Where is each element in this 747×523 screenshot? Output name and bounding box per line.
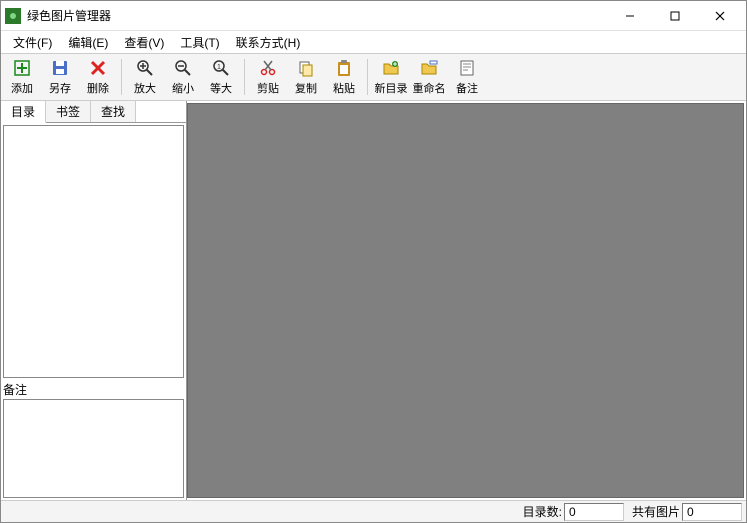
rename-button[interactable]: 重命名 <box>410 55 448 99</box>
saveas-button[interactable]: 另存 <box>41 55 79 99</box>
add-icon <box>12 58 32 78</box>
minimize-button[interactable] <box>607 2 652 30</box>
toolbar-separator <box>121 59 122 95</box>
tab-directory[interactable]: 目录 <box>1 101 46 123</box>
save-icon <box>50 58 70 78</box>
paste-label: 粘贴 <box>333 80 355 96</box>
titlebar: 绿色图片管理器 <box>1 1 746 31</box>
actualsize-label: 等大 <box>210 80 232 96</box>
directory-tree[interactable] <box>3 125 184 378</box>
window-title: 绿色图片管理器 <box>27 7 607 24</box>
paste-button[interactable]: 粘贴 <box>325 55 363 99</box>
remark-icon <box>457 58 477 78</box>
zoomin-icon <box>135 58 155 78</box>
menu-file[interactable]: 文件(F) <box>5 32 60 53</box>
remark-label: 备注 <box>456 80 478 96</box>
note-textarea[interactable] <box>3 399 184 498</box>
menubar: 文件(F) 编辑(E) 查看(V) 工具(T) 联系方式(H) <box>1 31 746 53</box>
status-dircount: 目录数: 0 <box>519 503 628 521</box>
zoomout-icon <box>173 58 193 78</box>
note-label: 备注 <box>1 380 186 399</box>
status-imgcount: 共有图片 0 <box>628 503 746 521</box>
saveas-label: 另存 <box>49 80 71 96</box>
statusbar: 目录数: 0 共有图片 0 <box>1 500 746 522</box>
menu-view[interactable]: 查看(V) <box>116 32 172 53</box>
note-section: 备注 <box>1 380 186 500</box>
toolbar-separator <box>367 59 368 95</box>
actualsize-icon: 1 <box>211 58 231 78</box>
cut-button[interactable]: 剪贴 <box>249 55 287 99</box>
copy-button[interactable]: 复制 <box>287 55 325 99</box>
actualsize-button[interactable]: 1 等大 <box>202 55 240 99</box>
rename-label: 重命名 <box>413 80 446 96</box>
zoomout-label: 缩小 <box>172 80 194 96</box>
menu-edit[interactable]: 编辑(E) <box>60 32 116 53</box>
zoomin-button[interactable]: 放大 <box>126 55 164 99</box>
copy-icon <box>296 58 316 78</box>
window-controls <box>607 2 742 30</box>
add-label: 添加 <box>11 80 33 96</box>
delete-button[interactable]: 删除 <box>79 55 117 99</box>
rename-icon <box>419 58 439 78</box>
image-view[interactable] <box>187 103 744 498</box>
newfolder-label: 新目录 <box>375 80 408 96</box>
paste-icon <box>334 58 354 78</box>
sidebar: 目录 书签 查找 备注 <box>1 101 187 500</box>
app-icon <box>5 8 21 24</box>
imgcount-value: 0 <box>682 503 742 521</box>
zoomout-button[interactable]: 缩小 <box>164 55 202 99</box>
svg-text:1: 1 <box>217 64 221 71</box>
menu-tools[interactable]: 工具(T) <box>172 32 227 53</box>
newfolder-button[interactable]: 新目录 <box>372 55 410 99</box>
add-button[interactable]: 添加 <box>3 55 41 99</box>
close-button[interactable] <box>697 2 742 30</box>
imgcount-label: 共有图片 <box>632 503 680 520</box>
toolbar-separator <box>244 59 245 95</box>
tab-find[interactable]: 查找 <box>91 101 136 122</box>
dircount-label: 目录数: <box>523 503 562 520</box>
newfolder-icon <box>381 58 401 78</box>
delete-icon <box>88 58 108 78</box>
sidebar-tabs: 目录 书签 查找 <box>1 101 186 123</box>
delete-label: 删除 <box>87 80 109 96</box>
copy-label: 复制 <box>295 80 317 96</box>
remark-button[interactable]: 备注 <box>448 55 486 99</box>
dircount-value: 0 <box>564 503 624 521</box>
tab-bookmark[interactable]: 书签 <box>46 101 91 122</box>
cut-label: 剪贴 <box>257 80 279 96</box>
zoomin-label: 放大 <box>134 80 156 96</box>
maximize-button[interactable] <box>652 2 697 30</box>
toolbar: 添加 另存 删除 放大 缩小 1 等大 剪贴 复制 粘贴 新目录 重命名 <box>1 53 746 101</box>
cut-icon <box>258 58 278 78</box>
content-area: 目录 书签 查找 备注 <box>1 101 746 500</box>
menu-contact[interactable]: 联系方式(H) <box>228 32 309 53</box>
